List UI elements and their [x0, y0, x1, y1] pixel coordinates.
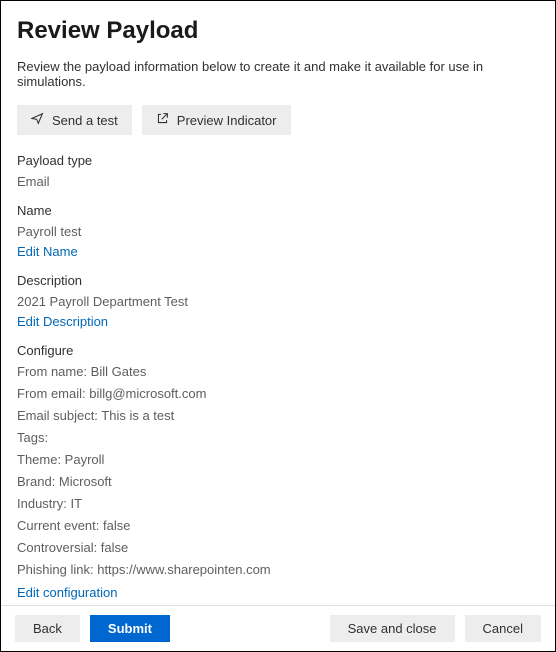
edit-configuration-link[interactable]: Edit configuration: [17, 585, 117, 600]
page-description: Review the payload information below to …: [17, 59, 539, 89]
payload-type-label: Payload type: [17, 153, 539, 168]
configure-section: Configure From name: Bill Gates From ema…: [17, 343, 539, 600]
footer: Back Submit Save and close Cancel: [1, 605, 555, 651]
config-brand: Brand: Microsoft: [17, 474, 539, 489]
submit-button[interactable]: Submit: [90, 615, 170, 642]
save-and-close-button[interactable]: Save and close: [330, 615, 455, 642]
configure-list: From name: Bill Gates From email: billg@…: [17, 364, 539, 577]
config-email-subject: Email subject: This is a test: [17, 408, 539, 423]
config-tags: Tags:: [17, 430, 539, 445]
config-theme: Theme: Payroll: [17, 452, 539, 467]
preview-indicator-button[interactable]: Preview Indicator: [142, 105, 291, 135]
name-value: Payroll test: [17, 224, 539, 239]
action-row: Send a test Preview Indicator: [17, 105, 539, 135]
send-test-label: Send a test: [52, 113, 118, 128]
description-label: Description: [17, 273, 539, 288]
payload-type-value: Email: [17, 174, 539, 189]
send-test-button[interactable]: Send a test: [17, 105, 132, 135]
config-current-event: Current event: false: [17, 518, 539, 533]
description-section: Description 2021 Payroll Department Test…: [17, 273, 539, 329]
config-from-email: From email: billg@microsoft.com: [17, 386, 539, 401]
name-label: Name: [17, 203, 539, 218]
description-value: 2021 Payroll Department Test: [17, 294, 539, 309]
preview-indicator-label: Preview Indicator: [177, 113, 277, 128]
config-phishing-link: Phishing link: https://www.sharepointen.…: [17, 562, 539, 577]
footer-right: Save and close Cancel: [330, 615, 541, 642]
name-section: Name Payroll test Edit Name: [17, 203, 539, 259]
page-title: Review Payload: [17, 17, 539, 45]
configure-label: Configure: [17, 343, 539, 358]
external-link-icon: [156, 112, 169, 128]
cancel-button[interactable]: Cancel: [465, 615, 541, 642]
payload-type-section: Payload type Email: [17, 153, 539, 189]
back-button[interactable]: Back: [15, 615, 80, 642]
config-controversial: Controversial: false: [17, 540, 539, 555]
config-industry: Industry: IT: [17, 496, 539, 511]
edit-name-link[interactable]: Edit Name: [17, 244, 78, 259]
footer-left: Back Submit: [15, 615, 170, 642]
send-icon: [31, 112, 44, 128]
edit-description-link[interactable]: Edit Description: [17, 314, 108, 329]
config-from-name: From name: Bill Gates: [17, 364, 539, 379]
